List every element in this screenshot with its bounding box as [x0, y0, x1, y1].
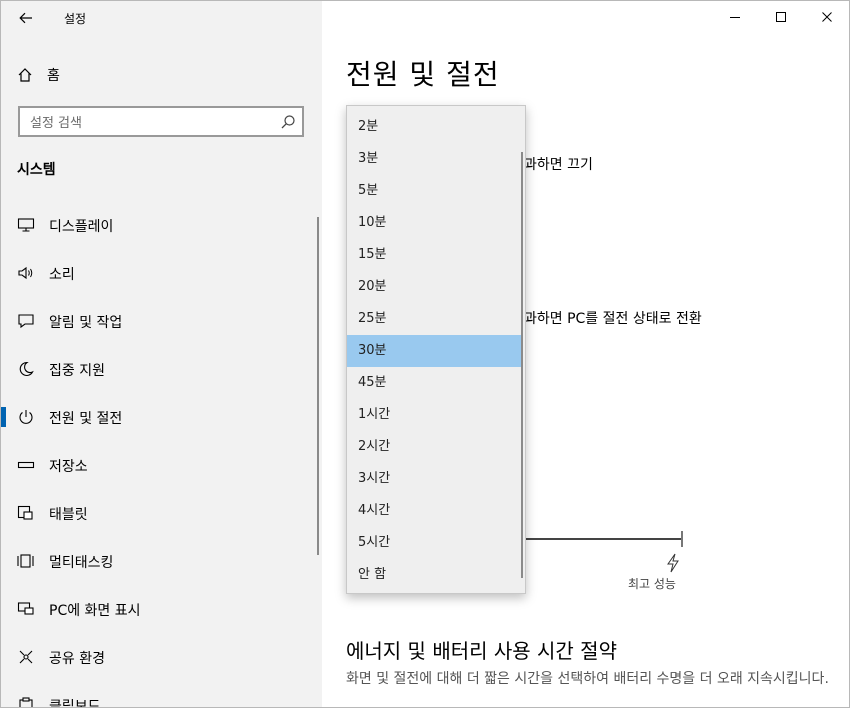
home-label: 홈: [47, 68, 60, 84]
dropdown-option[interactable]: 5분: [347, 175, 522, 207]
sidebar: 설정 홈 시스템 디스플레이 소리: [1, 1, 322, 708]
dropdown-option[interactable]: 5시간: [347, 527, 522, 559]
timeout-dropdown-list[interactable]: 2분 3분 5분 10분 15분 20분 25분 30분 45분 1시간 2시간…: [346, 105, 526, 594]
home-icon: [18, 68, 32, 82]
dropdown-option[interactable]: 3시간: [347, 463, 522, 495]
dropdown-option[interactable]: 4시간: [347, 495, 522, 527]
sidebar-item-label: 소리: [49, 267, 75, 283]
sidebar-item-label: 클립보드: [49, 699, 101, 708]
back-button[interactable]: [13, 5, 39, 31]
power-icon: [17, 408, 35, 426]
section-heading: 에너지 및 배터리 사용 시간 절약: [346, 639, 617, 663]
power-mode-slider-track[interactable]: [524, 538, 682, 540]
sidebar-item-storage[interactable]: 저장소: [1, 445, 322, 485]
dropdown-scrollbar[interactable]: [521, 152, 523, 578]
shared-icon: [17, 648, 35, 666]
sidebar-item-label: 태블릿: [49, 507, 88, 523]
settings-window: 설정 홈 시스템 디스플레이 소리: [0, 0, 850, 708]
tablet-icon: [17, 504, 35, 522]
power-mode-slider-tick: [681, 531, 683, 547]
sidebar-item-clipboard[interactable]: 클립보드: [1, 685, 322, 708]
speaker-icon: [17, 264, 35, 282]
home-nav[interactable]: 홈: [17, 64, 60, 86]
app-title: 설정: [64, 12, 87, 26]
sidebar-item-label: 저장소: [49, 459, 88, 475]
dropdown-option[interactable]: 3분: [347, 143, 522, 175]
storage-icon: [17, 456, 35, 474]
clipboard-icon: [17, 696, 35, 707]
dropdown-option[interactable]: 25분: [347, 303, 522, 335]
sidebar-item-label: 전원 및 절전: [49, 411, 123, 427]
notification-icon: [17, 312, 35, 330]
page-title: 전원 및 절전: [346, 58, 500, 91]
search-box[interactable]: [18, 106, 304, 137]
project-icon: [17, 600, 35, 618]
search-input[interactable]: [28, 112, 272, 134]
sidebar-scrollbar[interactable]: [317, 217, 319, 555]
screen-timeout-label: 과하면 끄기: [524, 157, 593, 173]
sidebar-item-label: 공유 환경: [49, 651, 105, 667]
dropdown-option[interactable]: 2시간: [347, 431, 522, 463]
dropdown-option[interactable]: 20분: [347, 271, 522, 303]
dropdown-option-selected[interactable]: 30분: [347, 335, 522, 367]
search-icon[interactable]: [279, 113, 297, 131]
sidebar-item-label: 디스플레이: [49, 219, 114, 235]
section-title: 시스템: [17, 162, 56, 178]
sidebar-item-power-sleep[interactable]: 전원 및 절전: [1, 397, 322, 437]
best-performance-label: 최고 성능: [628, 577, 676, 591]
dropdown-option[interactable]: 1시간: [347, 399, 522, 431]
sidebar-item-tablet[interactable]: 태블릿: [1, 493, 322, 533]
sidebar-item-multitasking[interactable]: 멀티태스킹: [1, 541, 322, 581]
dropdown-option[interactable]: 10분: [347, 207, 522, 239]
back-arrow-icon: [19, 12, 32, 24]
moon-icon: [17, 360, 35, 378]
dropdown-option[interactable]: 안 함: [347, 559, 522, 591]
multitask-icon: [17, 552, 35, 570]
section-description: 화면 및 절전에 대해 더 짧은 시간을 선택하여 배터리 수명을 더 오래 지…: [346, 671, 829, 687]
sidebar-item-shared-experiences[interactable]: 공유 환경: [1, 637, 322, 677]
selection-indicator: [1, 407, 6, 427]
dropdown-option[interactable]: 2분: [347, 111, 522, 143]
dropdown-option[interactable]: 45분: [347, 367, 522, 399]
sidebar-item-notifications[interactable]: 알림 및 작업: [1, 301, 322, 341]
sidebar-item-sound[interactable]: 소리: [1, 253, 322, 293]
sidebar-item-label: 멀티태스킹: [49, 555, 114, 571]
sidebar-item-label: PC에 화면 표시: [49, 603, 141, 619]
sidebar-item-project[interactable]: PC에 화면 표시: [1, 589, 322, 629]
sidebar-item-label: 집중 지원: [49, 363, 105, 379]
sidebar-item-display[interactable]: 디스플레이: [1, 205, 322, 245]
sidebar-item-focus-assist[interactable]: 집중 지원: [1, 349, 322, 389]
monitor-icon: [17, 216, 35, 234]
sidebar-item-label: 알림 및 작업: [49, 315, 123, 331]
sleep-timeout-label: 과하면 PC를 절전 상태로 전환: [524, 311, 702, 327]
dropdown-option[interactable]: 15분: [347, 239, 522, 271]
lightning-icon: [667, 553, 679, 573]
